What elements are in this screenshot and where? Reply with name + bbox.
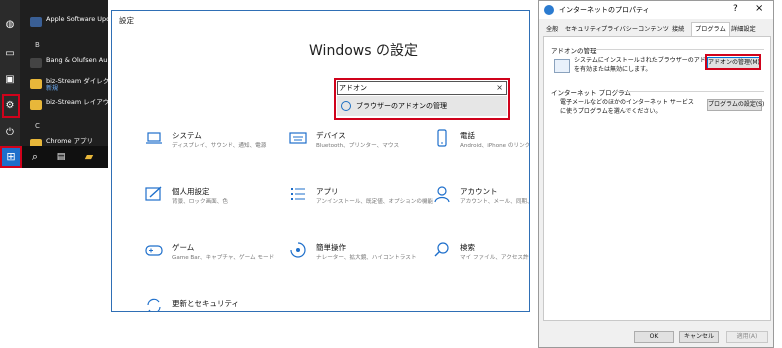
pictures-icon[interactable]: ▣	[0, 70, 20, 90]
tile-system[interactable]: システム ディスプレイ、サウンド、通知、電源	[145, 129, 275, 165]
dialog-titlebar: インターネットのプロパティ ? ×	[539, 1, 773, 19]
page-title: Windows の設定	[309, 43, 418, 59]
file-explorer-icon[interactable]: ▰	[78, 146, 100, 168]
tab-programs[interactable]: プログラム	[691, 22, 730, 36]
apply-button[interactable]: 適用(A)	[726, 331, 768, 343]
person-icon	[434, 186, 450, 203]
ease-of-access-icon	[290, 242, 306, 258]
tile-gaming[interactable]: ゲーム Game Bar、キャプチャ、ゲーム モード	[145, 241, 275, 277]
manage-addons-highlight	[705, 54, 761, 70]
apps-list-icon	[291, 188, 305, 200]
search-highlight	[334, 78, 510, 120]
task-view-icon[interactable]: ▤	[50, 146, 72, 168]
search-icon	[434, 242, 449, 257]
app-bang-olufsen[interactable]: Bang & Olufsen Au	[28, 55, 108, 73]
app-biz-stream-direct[interactable]: biz-Stream ダイレクト 新規	[28, 76, 108, 94]
letter-header-c[interactable]: C	[35, 122, 40, 130]
programs-desc-line2: に使うプログラムを選んでください。	[560, 108, 662, 115]
start-menu: ◍ ▭ ▣ ⚙ ⏻ Apple Software Upd B Bang & Ol…	[0, 0, 108, 168]
folder-icon	[30, 79, 42, 89]
user-avatar-icon[interactable]: ◍	[0, 15, 20, 35]
gamepad-icon	[145, 245, 163, 256]
internet-options-icon	[544, 5, 554, 15]
power-icon[interactable]: ⏻	[0, 123, 20, 143]
set-programs-button[interactable]: プログラムの設定(S)	[707, 99, 764, 111]
programs-group-title: インターネット プログラム	[551, 89, 631, 97]
tab-connections[interactable]: 接続	[669, 23, 687, 36]
tile-personalization[interactable]: 個人用設定 背景、ロック画面、色	[145, 185, 275, 221]
cancel-button[interactable]: キャンセル	[679, 331, 719, 343]
addon-group-title: アドオンの管理	[551, 47, 597, 55]
tile-apps[interactable]: アプリ アンインストール、既定値、オプションの機能	[289, 185, 433, 221]
ok-button[interactable]: OK	[634, 331, 674, 343]
start-rail: ◍ ▭ ▣ ⚙ ⏻	[0, 0, 20, 168]
letter-header-b[interactable]: B	[35, 41, 40, 49]
dialog-tabs: 全般 セキュリティ プライバシー コンテンツ 接続 プログラム 詳細設定	[543, 22, 773, 36]
tile-update-security[interactable]: 更新とセキュリティ	[145, 297, 275, 311]
update-sync-icon	[147, 298, 161, 311]
app-list: Apple Software Upd B Bang & Olufsen Au b…	[20, 0, 108, 149]
keyboard-icon	[289, 132, 307, 144]
dialog-title: インターネットのプロパティ	[559, 6, 650, 14]
settings-highlight	[2, 94, 20, 118]
programs-desc-line1: 電子メールなどのほかのインターネット サービス	[560, 99, 694, 106]
app-biz-stream-layout[interactable]: biz-Stream レイアウト	[28, 97, 108, 115]
tile-accounts[interactable]: アカウント アカウント、メール、同期、職場、他のユーザー	[433, 185, 529, 221]
tab-general[interactable]: 全般	[543, 23, 561, 36]
taskbar: ⊞ ⌕ ▤ ▰	[0, 146, 108, 168]
paint-icon	[145, 186, 162, 201]
window-title: 設定	[119, 16, 134, 25]
app-apple-software-update[interactable]: Apple Software Upd	[28, 14, 108, 32]
addon-manager-icon	[554, 59, 570, 73]
settings-window: 設定 Windows の設定 × ブラウザーのアドオンの管理 システム ディスプ…	[111, 10, 530, 312]
tile-search[interactable]: 検索 マイ ファイル、アクセス許可	[433, 241, 529, 277]
folder-icon	[30, 100, 42, 110]
tile-phone[interactable]: 電話 Android、iPhone のリンク	[433, 129, 529, 165]
apple-update-icon	[30, 17, 42, 27]
close-button[interactable]: ×	[755, 3, 763, 14]
group-divider	[592, 49, 764, 50]
start-highlight	[0, 146, 22, 168]
settings-search: × ブラウザーのアドオンの管理	[334, 78, 510, 120]
documents-icon[interactable]: ▭	[0, 44, 20, 64]
programs-panel: アドオンの管理 システムにインストールされたブラウザーのアドオン を有効または無…	[543, 36, 771, 321]
search-icon[interactable]: ⌕	[24, 146, 46, 168]
internet-properties-dialog: インターネットのプロパティ ? × 全般 セキュリティ プライバシー コンテンツ…	[538, 0, 774, 348]
bang-olufsen-icon	[30, 58, 42, 68]
phone-icon	[437, 129, 447, 147]
addon-desc-line1: システムにインストールされたブラウザーのアドオン	[574, 57, 718, 64]
laptop-icon	[146, 132, 162, 144]
tab-advanced[interactable]: 詳細設定	[728, 23, 759, 36]
tile-devices[interactable]: デバイス Bluetooth、プリンター、マウス	[289, 129, 419, 165]
tab-content[interactable]: コンテンツ	[635, 23, 672, 36]
group-divider	[614, 91, 764, 92]
help-button[interactable]: ?	[733, 4, 738, 14]
tile-ease-of-access[interactable]: 簡単操作 ナレーター、拡大鏡、ハイコントラスト	[289, 241, 419, 277]
addon-desc-line2: を有効または無効にします。	[574, 66, 652, 73]
